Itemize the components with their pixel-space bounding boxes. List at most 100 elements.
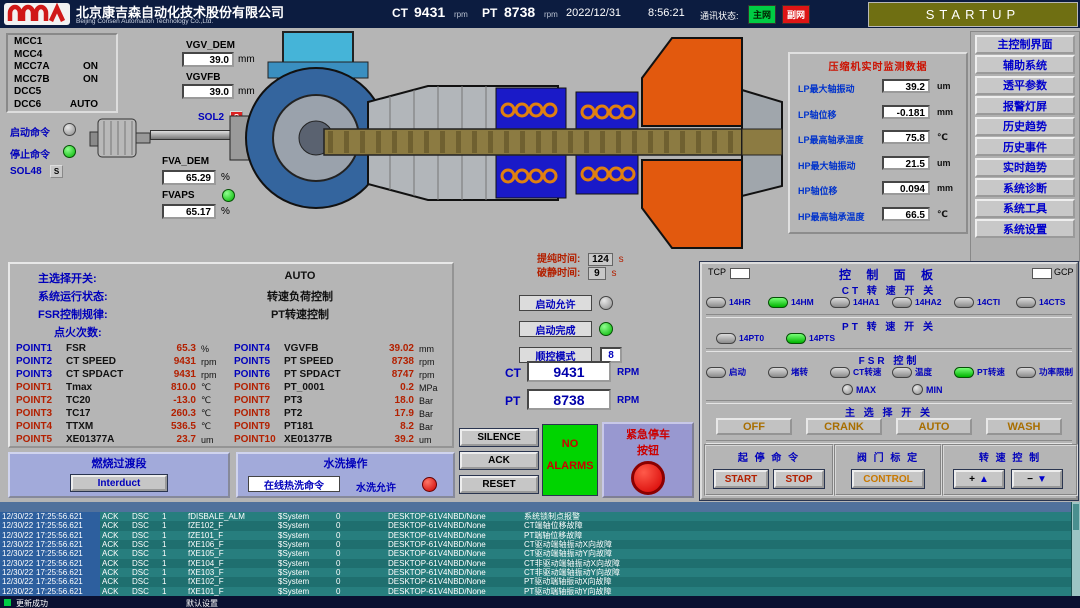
interduct-button[interactable]: Interduct [71, 475, 167, 491]
alarm-row[interactable]: 12/30/22 17:25:56.621 ACK DSC 1 fDISBALE… [0, 512, 1072, 521]
estop-label-line1: 紧急停车 [604, 426, 692, 442]
point-value: 9431 [146, 369, 196, 380]
stop-button[interactable]: STOP [774, 470, 824, 488]
speed-control-title: 转 速 控 制 [944, 449, 1076, 464]
speed-switch[interactable]: 14CTS [1016, 294, 1078, 310]
point-name: TTXM [66, 421, 146, 432]
nav-button[interactable]: 历史趋势 [975, 117, 1075, 136]
fva-dem-value: 65.29 [162, 170, 216, 185]
point-id: POINT9 [234, 421, 284, 432]
switch-label: 14HA2 [915, 297, 941, 307]
point-unit: Bar [414, 422, 448, 432]
fsr-mode-switch[interactable]: 堵转 [768, 364, 830, 380]
switch-label: 14CTS [1039, 297, 1065, 307]
speed-switch[interactable]: 14HM [768, 294, 830, 310]
fsr-mode-switch[interactable]: PT转速 [954, 364, 1016, 380]
silence-button[interactable]: SILENCE [460, 429, 538, 446]
nav-button[interactable]: 主控制界面 [975, 35, 1075, 54]
sol48-label: SOL48 [10, 166, 42, 177]
nav-button[interactable]: 报警灯屏 [975, 96, 1075, 115]
selector-button[interactable]: WASH [986, 418, 1062, 435]
bottom-status-bar: 更新成功 默认设置 [0, 596, 1080, 608]
monitor-unit: mm [937, 107, 953, 117]
reset-button[interactable]: RESET [460, 476, 538, 493]
alarm-row[interactable]: 12/30/22 17:25:56.621 ACK DSC 1 fZE102_F… [0, 521, 1072, 530]
break-timer-label: 破静时间: [537, 268, 580, 279]
start-stop-title: 起 停 命 令 [706, 449, 832, 464]
nav-button[interactable]: 透平参数 [975, 76, 1075, 95]
monitor-value: 39.2 [882, 79, 930, 93]
alarm-row[interactable]: 12/30/22 17:25:56.621 ACK DSC 1 fXE101_F… [0, 587, 1072, 596]
alarm-row[interactable]: 12/30/22 17:25:56.621 ACK DSC 1 fXE106_F… [0, 540, 1072, 549]
alarm-row[interactable]: 12/30/22 17:25:56.621 ACK DSC 1 fXE105_F… [0, 549, 1072, 558]
wash-title: 水洗操作 [238, 455, 453, 471]
monitor-title: 压缩机实时监测数据 [790, 58, 966, 73]
nav-button[interactable]: 实时趋势 [975, 158, 1075, 177]
alarm-row[interactable]: 12/30/22 17:25:56.621 ACK DSC 1 fXE104_F… [0, 559, 1072, 568]
speed-down-button[interactable]: − ▼ [1012, 470, 1062, 488]
speed-up-button[interactable]: + ▲ [954, 470, 1004, 488]
selector-button[interactable]: AUTO [896, 418, 972, 435]
primary-net-badge: 主网 [748, 5, 776, 24]
ack-button[interactable]: ACK [460, 452, 538, 469]
control-panel: TCP 控 制 面 板 GCP CT 转 速 开 关 14HR 14HM 14H… [700, 262, 1078, 500]
fsr-control-row: 启动 堵转 CT转速 温度 PT转速 功率限制 [706, 364, 1078, 380]
nav-button[interactable]: 系统设置 [975, 219, 1075, 238]
estop-label-line2: 按钮 [604, 442, 692, 458]
point-unit: mm [414, 344, 448, 354]
online-hot-wash-button[interactable]: 在线热洗命令 [248, 476, 340, 492]
stop-command-label: 停止命令 [10, 146, 50, 161]
nav-button-label: 系统诊断 [1003, 180, 1047, 196]
alarm-group: $System [276, 577, 334, 586]
nav-button[interactable]: 系统诊断 [975, 178, 1075, 197]
alarm-row[interactable]: 12/30/22 17:25:56.621 ACK DSC 1 fZE101_F… [0, 531, 1072, 540]
fsr-mode-switch[interactable]: CT转速 [830, 364, 892, 380]
alarm-scrollbar[interactable] [1071, 502, 1080, 596]
selector-button[interactable]: CRANK [806, 418, 882, 435]
switch-label: 14HA1 [853, 297, 879, 307]
alarm-date: 12/30/22 [0, 577, 34, 586]
alarm-priority: 1 [160, 577, 186, 586]
switch-indicator [892, 297, 912, 308]
nav-button[interactable]: 辅助系统 [975, 55, 1075, 74]
alarm-date: 12/30/22 [0, 531, 34, 540]
nav-button[interactable]: 历史事件 [975, 137, 1075, 156]
point-name: XE01377B [284, 434, 364, 445]
alarm-row[interactable]: 12/30/22 17:25:56.621 ACK DSC 1 fXE102_F… [0, 577, 1072, 586]
selector-button[interactable]: OFF [716, 418, 792, 435]
nav-button[interactable]: 系统工具 [975, 199, 1075, 218]
fsr-mode-switch[interactable]: 温度 [892, 364, 954, 380]
alarm-row[interactable]: 12/30/22 17:25:56.621 ACK DSC 1 fXE103_F… [0, 568, 1072, 577]
scrollbar-thumb[interactable] [1073, 504, 1079, 530]
speed-switch[interactable]: 14HA2 [892, 294, 954, 310]
monitor-unit: mm [937, 183, 953, 193]
max-switch[interactable]: MAX [842, 384, 876, 395]
point-unit: ℃ [196, 395, 230, 406]
alarm-time: 17:25:56.621 [34, 568, 100, 577]
alarm-state: ACK [100, 531, 130, 540]
point-unit: ℃ [196, 382, 230, 393]
estop-button[interactable] [631, 461, 665, 495]
speed-switch[interactable]: 14CTI [954, 294, 1016, 310]
alarm-comment: CT驱动端轴振动X向故障 [522, 540, 1072, 549]
control-button[interactable]: CONTROL [852, 470, 924, 488]
vgvfb-label: VGVFB [186, 72, 220, 83]
alarm-station: DESKTOP-61V4NBD/None [386, 531, 522, 540]
min-switch[interactable]: MIN [912, 384, 943, 395]
fsr-mode-switch[interactable]: 功率限制 [1016, 364, 1078, 380]
point-id: POINT5 [16, 434, 66, 445]
point-unit: MPa [414, 383, 448, 393]
selector-button-label: OFF [743, 421, 765, 433]
speed-switch[interactable]: 14PTS [786, 330, 856, 346]
fsr-law-value: PT转速控制 [210, 306, 390, 322]
mcc-state: ON [83, 61, 98, 74]
start-stop-section: 起 停 命 令 START STOP [704, 444, 834, 496]
ct-readout-label: CT [505, 366, 521, 380]
start-button[interactable]: START [714, 470, 768, 488]
speed-switch[interactable]: 14PT0 [716, 330, 786, 346]
fsr-mode-switch[interactable]: 启动 [706, 364, 768, 380]
speed-switch[interactable]: 14HA1 [830, 294, 892, 310]
speed-switch[interactable]: 14HR [706, 294, 768, 310]
alarm-type: DSC [130, 559, 160, 568]
startup-mode-button[interactable]: STARTUP [868, 2, 1078, 27]
